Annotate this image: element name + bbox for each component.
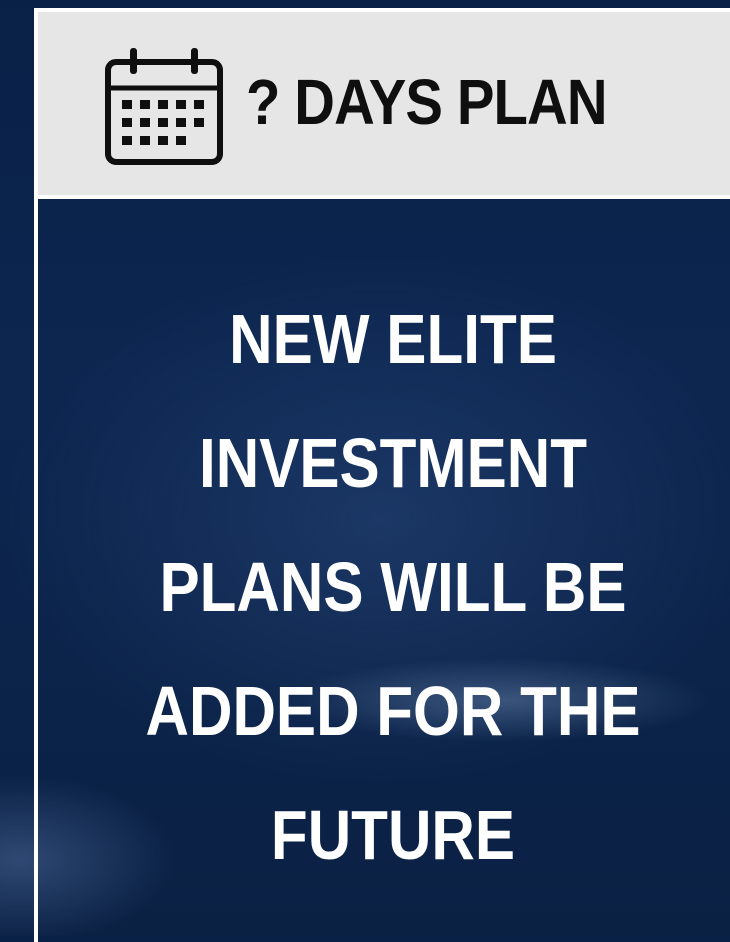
message-line: ADDED FOR THE bbox=[145, 672, 641, 750]
message-line: NEW ELITE bbox=[229, 300, 557, 378]
plan-card-body: NEW ELITE INVESTMENT PLANS WILL BE ADDED… bbox=[38, 199, 730, 942]
plan-card: ? DAYS PLAN NEW ELITE INVESTMENT PLANS W… bbox=[34, 8, 730, 942]
plan-card-header: ? DAYS PLAN bbox=[38, 12, 730, 199]
message-line: INVESTMENT bbox=[199, 424, 587, 502]
plan-message: NEW ELITE INVESTMENT PLANS WILL BE ADDED… bbox=[78, 277, 708, 897]
plan-title: ? DAYS PLAN bbox=[246, 66, 608, 138]
calendar-icon bbox=[105, 48, 223, 165]
message-line: PLANS WILL BE bbox=[159, 548, 627, 626]
message-line: FUTURE bbox=[270, 796, 516, 874]
